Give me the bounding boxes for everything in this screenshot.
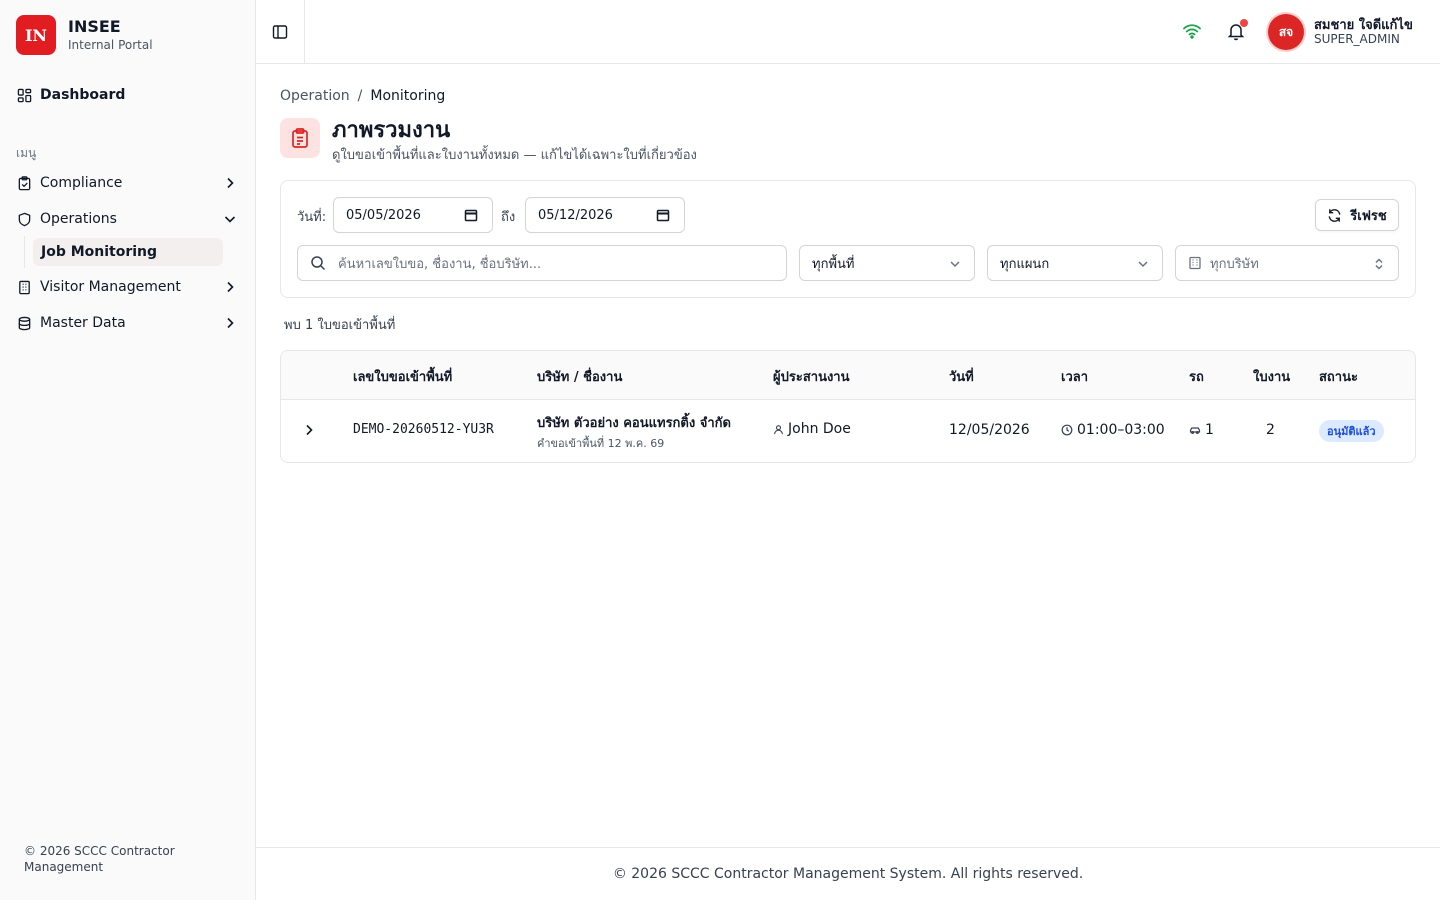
chevron-right-icon (227, 177, 234, 189)
job-name: คำขอเข้าพื้นที่ 12 พ.ค. 69 (537, 437, 665, 450)
page-title: ภาพรวมงาน (332, 118, 451, 143)
search-placeholder: ค้นหาเลขใบขอ, ชื่องาน, ชื่อบริษัท... (338, 256, 542, 272)
department-select[interactable]: ทุกแผนก (987, 245, 1163, 281)
menu-section-label: เมนู (16, 146, 37, 160)
chevron-down-icon (950, 261, 960, 268)
time-range: 01:00–03:00 (1077, 422, 1165, 438)
status-badge: อนุมัติแล้ว (1319, 420, 1384, 442)
sidebar-toggle-button[interactable] (256, 0, 305, 63)
top-header: สจ สมชาย ใจดีแก้ไข SUPER_ADMIN (256, 0, 1440, 64)
filter-panel: วันที่: 05/05/2026 ถึง 05/12/2026 รีเฟรช… (280, 180, 1416, 298)
calendar-icon[interactable] (656, 208, 670, 222)
wifi-icon[interactable] (1182, 22, 1202, 40)
column-header[interactable]: ใบงาน (1253, 366, 1290, 387)
column-header[interactable]: บริษัท / ชื่องาน (537, 366, 622, 387)
chevron-down-icon (224, 216, 236, 223)
sidebar-item-dashboard[interactable]: Dashboard (8, 79, 248, 111)
vehicles-cell: 1 (1189, 422, 1214, 438)
brand-name: INSEE (68, 17, 121, 36)
car-icon (1189, 427, 1201, 434)
user-role: SUPER_ADMIN (1314, 32, 1400, 46)
sidebar-item-label: Visitor Management (40, 279, 181, 295)
sidebar-item-label: Compliance (40, 175, 123, 191)
department-select-value: ทุกแผนก (1000, 256, 1050, 272)
refresh-label: รีเฟรช (1350, 208, 1387, 224)
chevron-down-icon (1138, 261, 1148, 268)
column-header[interactable]: เวลา (1061, 366, 1088, 387)
sidebar-footer: © 2026 SCCC Contractor Management (24, 844, 175, 874)
request-number[interactable]: DEMO-20260512-YU3R (353, 422, 494, 437)
notification-dot (1240, 19, 1248, 27)
calendar-icon[interactable] (464, 208, 478, 222)
chevrons-up-down-icon (1375, 258, 1383, 270)
chevron-right-icon[interactable] (301, 422, 317, 438)
requests-table: เลขใบขอเข้าพื้นที่ บริษัท / ชื่องาน ผู้ป… (280, 350, 1416, 463)
area-select-value: ทุกพื้นที่ (812, 256, 855, 272)
sidebar-item-label: Operations (40, 211, 117, 227)
time-cell: 01:00–03:00 (1061, 422, 1165, 438)
company-name: บริษัท ตัวอย่าง คอนแทรกติ้ง จำกัด (537, 416, 731, 431)
search-icon (311, 256, 326, 271)
panel-left-icon (272, 24, 288, 39)
company-select-value: ทุกบริษัท (1210, 256, 1259, 272)
chevron-right-icon (227, 317, 234, 329)
column-header[interactable]: รถ (1189, 366, 1204, 387)
column-header[interactable]: สถานะ (1319, 366, 1358, 387)
sidebar-item-visitor-management[interactable]: Visitor Management (8, 271, 248, 303)
building-icon (16, 279, 32, 295)
work-order-count: 2 (1266, 422, 1275, 438)
user-icon (774, 424, 783, 434)
sidebar-item-master-data[interactable]: Master Data (8, 307, 248, 339)
vehicle-count: 1 (1205, 422, 1214, 438)
brand[interactable]: IN INSEE Internal Portal (16, 15, 153, 55)
breadcrumb-separator: / (357, 88, 363, 104)
submenu-rail (24, 236, 25, 268)
date-to-value: 05/12/2026 (538, 207, 613, 223)
avatar[interactable]: สจ (1268, 14, 1304, 50)
sidebar-item-operations[interactable]: Operations (8, 203, 248, 235)
page-footer: © 2026 SCCC Contractor Management System… (256, 847, 1440, 900)
request-date: 12/05/2026 (949, 422, 1030, 438)
chevron-right-icon (227, 281, 234, 293)
coordinator-cell: John Doe (773, 421, 851, 437)
dashboard-icon (16, 87, 32, 103)
column-header[interactable]: เลขใบขอเข้าพื้นที่ (353, 366, 452, 387)
coordinator-name: John Doe (788, 421, 851, 437)
brand-logo: IN (16, 15, 56, 55)
sidebar-subitem-job-monitoring[interactable]: Job Monitoring (33, 238, 223, 266)
clipboard-list-icon (280, 118, 320, 158)
company-select[interactable]: ทุกบริษัท (1175, 245, 1399, 281)
date-from-input[interactable]: 05/05/2026 (333, 197, 493, 233)
refresh-icon (1328, 208, 1341, 222)
refresh-button[interactable]: รีเฟรช (1315, 199, 1399, 231)
search-input[interactable]: ค้นหาเลขใบขอ, ชื่องาน, ชื่อบริษัท... (297, 245, 787, 281)
sidebar-item-label: Master Data (40, 315, 126, 331)
date-from-value: 05/05/2026 (346, 207, 421, 223)
date-label: วันที่: (297, 210, 327, 225)
shield-icon (16, 211, 32, 227)
sidebar-item-label: Dashboard (40, 87, 126, 103)
breadcrumb-current: Monitoring (370, 88, 446, 104)
column-header[interactable]: ผู้ประสานงาน (773, 366, 850, 387)
clock-icon (1061, 424, 1073, 436)
date-to-input[interactable]: 05/12/2026 (525, 197, 685, 233)
building-icon (1189, 256, 1201, 270)
column-header[interactable]: วันที่ (949, 366, 974, 387)
database-icon (16, 315, 32, 331)
clipboard-check-icon (16, 175, 32, 191)
area-select[interactable]: ทุกพื้นที่ (799, 245, 975, 281)
table-header: เลขใบขอเข้าพื้นที่ บริษัท / ชื่องาน ผู้ป… (281, 351, 1415, 400)
sidebar: IN INSEE Internal Portal Dashboard เมนู … (0, 0, 256, 900)
page-subtitle: ดูใบขอเข้าพื้นที่และใบงานทั้งหมด — แก้ไข… (332, 148, 697, 163)
results-count: พบ 1 ใบขอเข้าพื้นที่ (284, 318, 396, 333)
sidebar-item-compliance[interactable]: Compliance (8, 167, 248, 199)
date-to-label: ถึง (501, 210, 516, 225)
breadcrumb-parent[interactable]: Operation (280, 88, 350, 104)
breadcrumb: Operation / Monitoring (280, 88, 445, 104)
brand-subtitle: Internal Portal (68, 38, 153, 52)
